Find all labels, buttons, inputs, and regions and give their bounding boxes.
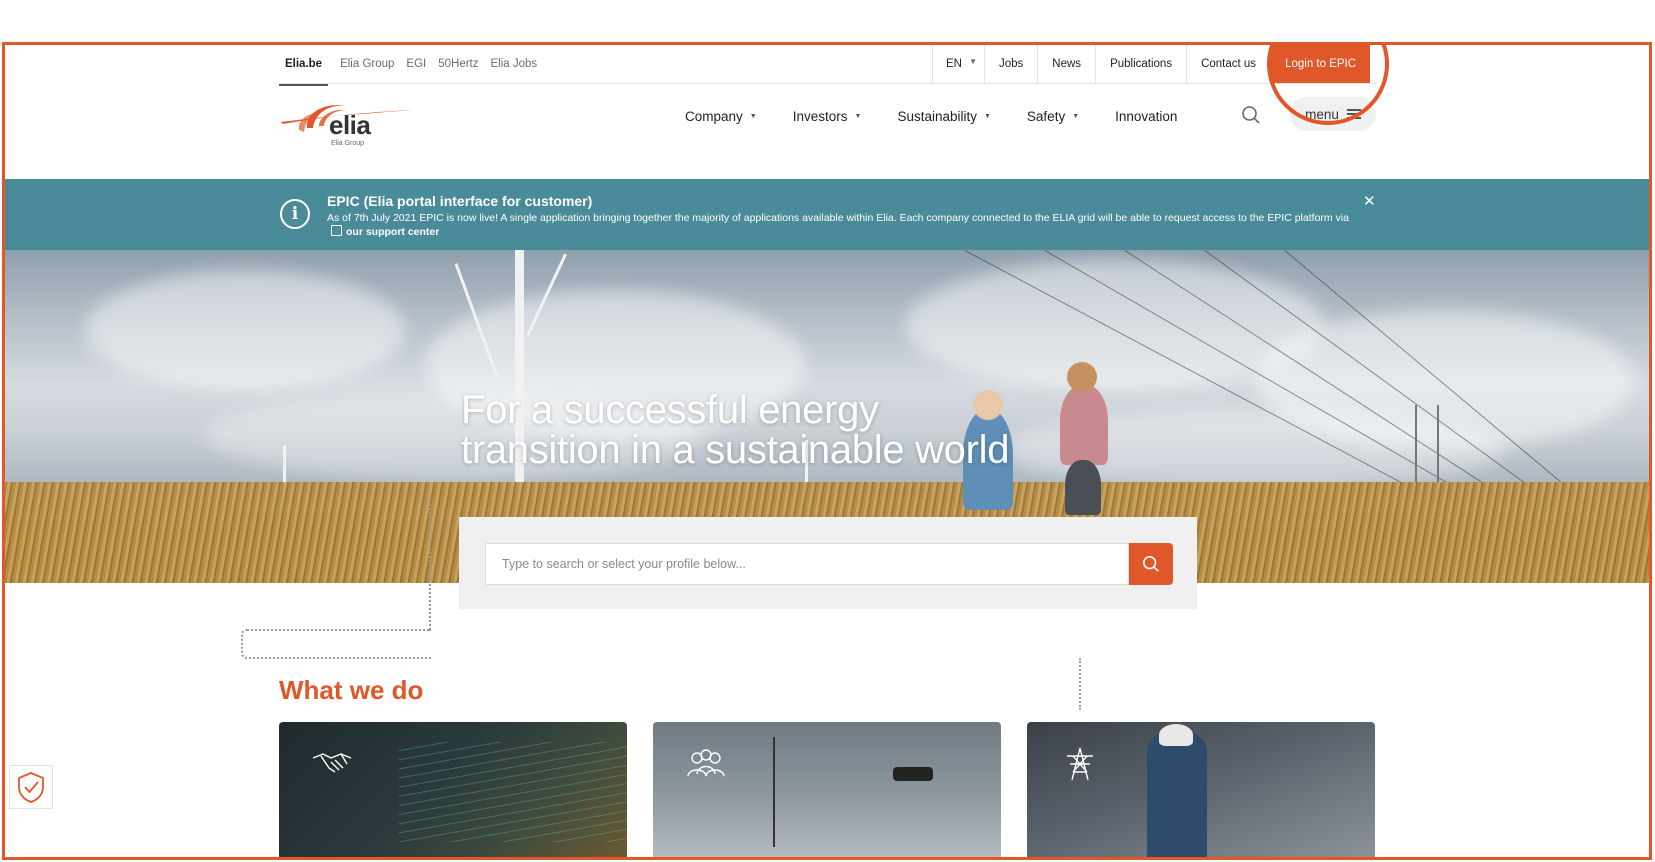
utility-divider xyxy=(279,83,1377,84)
logo-tagline: Elia Group xyxy=(331,140,365,147)
utility-links: EN ▼ Jobs News Publications Contact us L… xyxy=(932,45,1371,83)
caret-down-icon: ▼ xyxy=(969,57,977,66)
what-we-do-card[interactable] xyxy=(653,722,1001,857)
handshake-icon xyxy=(312,753,352,773)
nav-sustainability[interactable]: Sustainability ▼ xyxy=(897,109,990,124)
site-link-elia-be[interactable]: Elia.be xyxy=(279,46,329,86)
dotted-connector xyxy=(429,500,431,630)
page-frame: Elia.be Elia Group EGI 50Hertz Elia Jobs… xyxy=(2,42,1652,860)
main-nav: Company ▼ Investors ▼ Sustainability ▼ S… xyxy=(685,101,1177,131)
pylon-icon xyxy=(1067,747,1093,780)
banner-title: EPIC (Elia portal interface for customer… xyxy=(327,193,593,209)
utility-bar: Elia.be Elia Group EGI 50Hertz Elia Jobs… xyxy=(5,45,1649,86)
what-we-do-card[interactable] xyxy=(1027,722,1375,857)
external-link-icon xyxy=(331,225,342,236)
banner-text: As of 7th July 2021 EPIC is now live! A … xyxy=(327,211,1357,239)
nav-label: Sustainability xyxy=(897,108,977,124)
nav-label: Company xyxy=(685,108,743,124)
what-we-do-card[interactable] xyxy=(279,722,627,857)
search-icon[interactable] xyxy=(1241,105,1261,125)
group-sites-nav: Elia.be Elia Group EGI 50Hertz Elia Jobs xyxy=(279,45,538,86)
nav-safety[interactable]: Safety ▼ xyxy=(1027,109,1079,124)
nav-label: Safety xyxy=(1026,108,1066,124)
close-icon[interactable]: ✕ xyxy=(1363,192,1376,210)
jobs-link[interactable]: Jobs xyxy=(984,45,1037,83)
nav-investors[interactable]: Investors ▼ xyxy=(793,109,862,124)
caret-down-icon: ▼ xyxy=(983,112,991,120)
info-icon: i xyxy=(280,199,310,229)
contact-us-link[interactable]: Contact us xyxy=(1186,45,1270,83)
publications-link[interactable]: Publications xyxy=(1095,45,1186,83)
caret-down-icon: ▼ xyxy=(1072,112,1080,120)
caret-down-icon: ▼ xyxy=(854,112,862,120)
banner-body: As of 7th July 2021 EPIC is now live! A … xyxy=(327,212,1349,224)
caret-down-icon: ▼ xyxy=(749,112,757,120)
site-link-elia-jobs[interactable]: Elia Jobs xyxy=(491,46,538,82)
search-panel xyxy=(459,517,1197,609)
nav-innovation[interactable]: Innovation xyxy=(1115,109,1177,124)
site-link-egi[interactable]: EGI xyxy=(406,46,426,82)
menu-button[interactable]: menu xyxy=(1290,97,1376,131)
language-selector[interactable]: EN ▼ xyxy=(932,45,984,83)
privacy-settings-button[interactable] xyxy=(9,765,53,809)
nav-label: Innovation xyxy=(1115,108,1178,124)
language-label: EN xyxy=(946,58,962,70)
people-icon xyxy=(687,749,725,777)
menu-label: menu xyxy=(1305,106,1339,122)
hamburger-icon xyxy=(1346,109,1361,119)
shield-check-icon xyxy=(18,772,44,803)
nav-company[interactable]: Company ▼ xyxy=(685,109,757,124)
profile-search-input[interactable] xyxy=(485,543,1129,585)
news-link[interactable]: News xyxy=(1037,45,1095,83)
hero-title: For a successful energy transition in a … xyxy=(461,388,1010,472)
search-submit-button[interactable] xyxy=(1129,543,1173,585)
support-center-link[interactable]: our support center xyxy=(346,226,439,238)
site-link-50hertz[interactable]: 50Hertz xyxy=(438,46,478,82)
dotted-connector xyxy=(241,629,431,659)
search-icon xyxy=(1142,555,1159,572)
epic-announcement-banner: i EPIC (Elia portal interface for custom… xyxy=(5,179,1649,250)
login-to-epic-button[interactable]: Login to EPIC xyxy=(1270,45,1371,83)
logo-wordmark: elia xyxy=(329,110,371,140)
elia-logo[interactable]: elia Elia Group xyxy=(279,100,424,155)
nav-label: Investors xyxy=(792,108,848,124)
what-we-do-heading: What we do xyxy=(279,675,424,705)
site-link-elia-group[interactable]: Elia Group xyxy=(340,46,394,82)
